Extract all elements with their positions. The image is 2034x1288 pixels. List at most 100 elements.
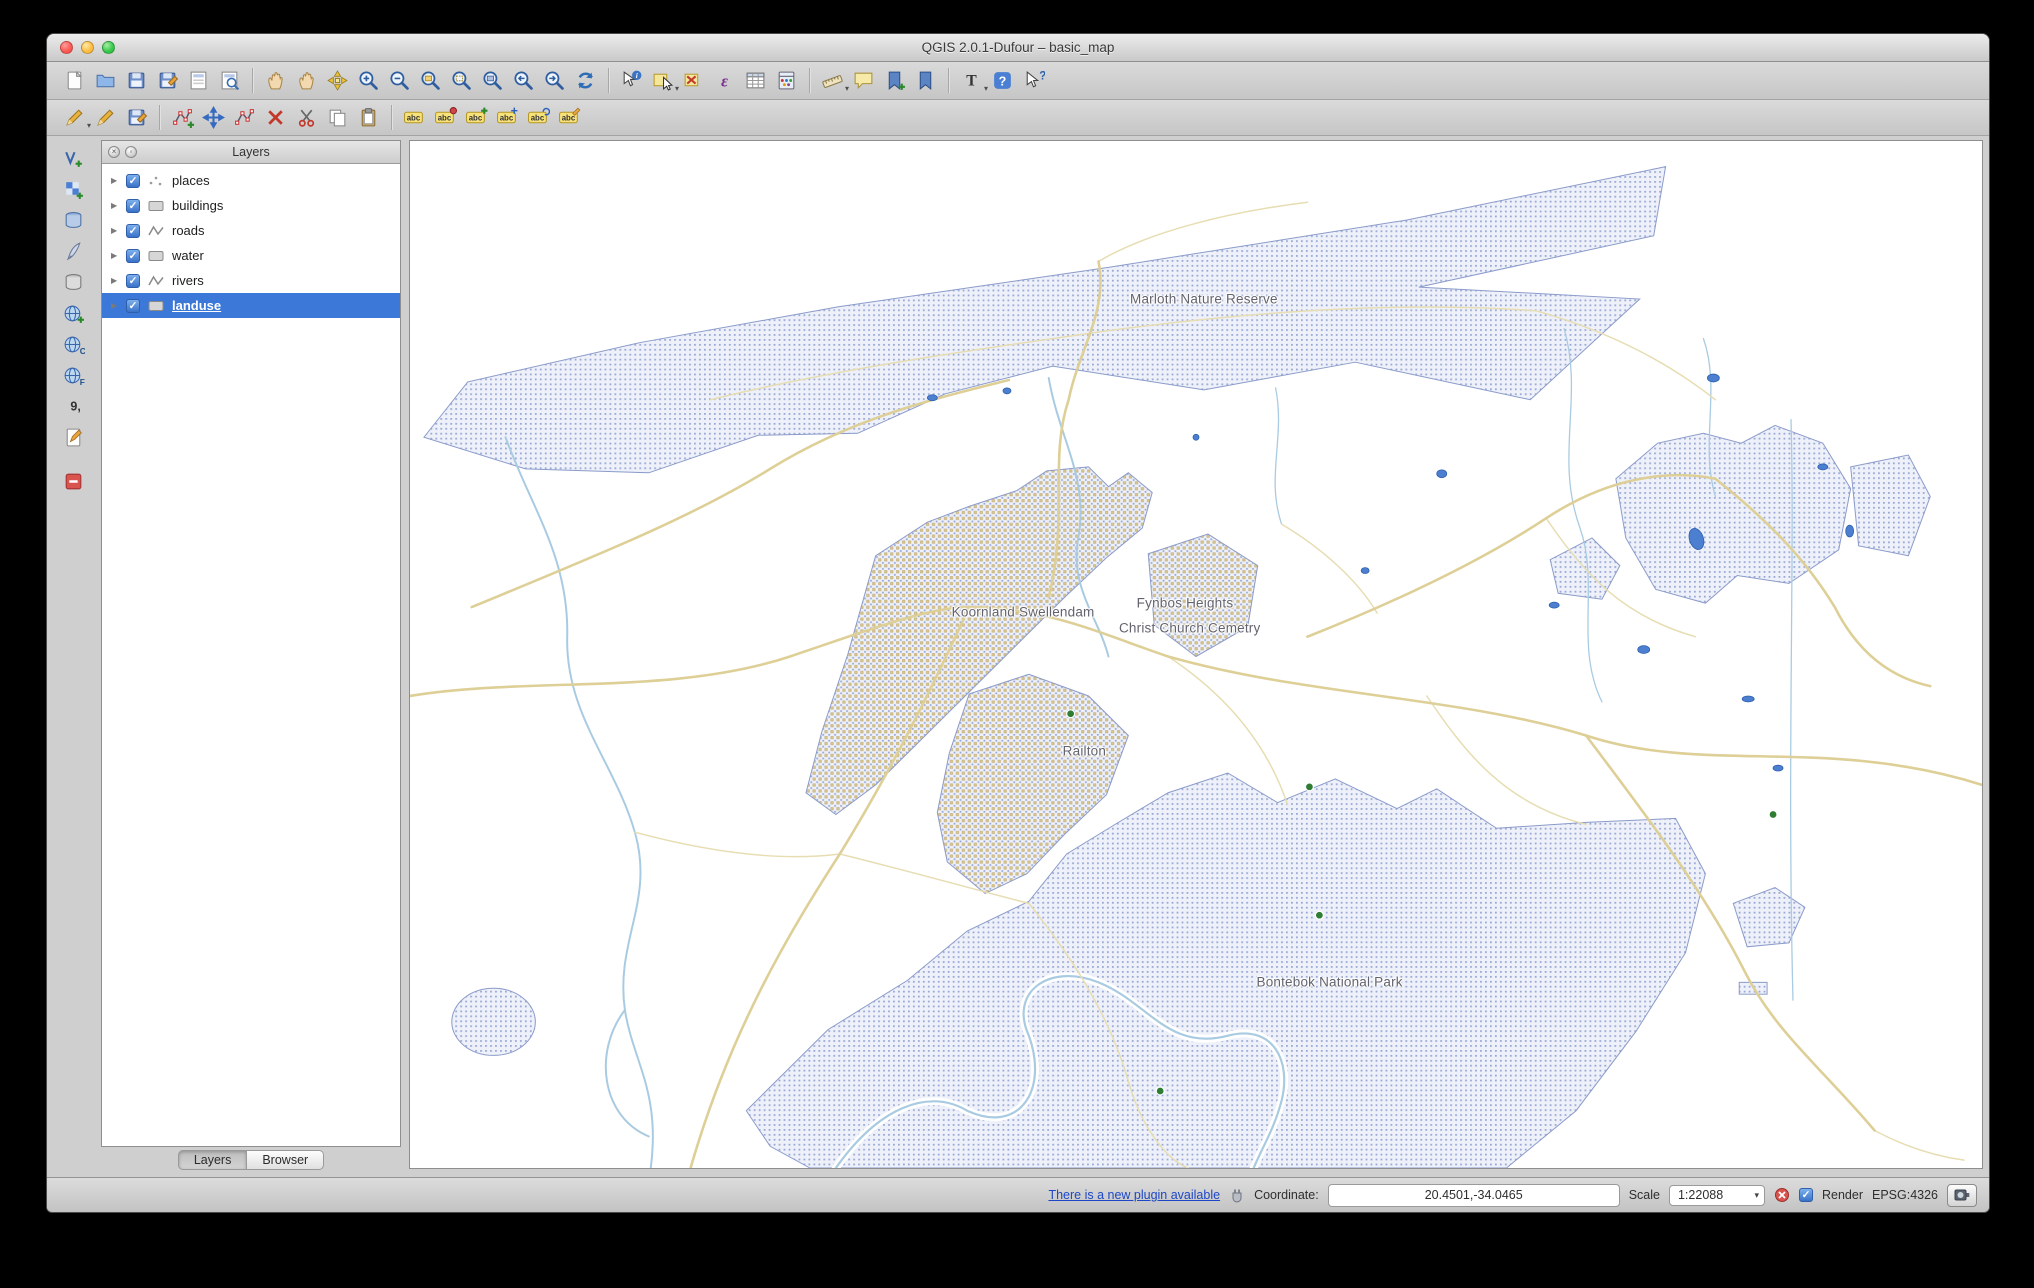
expand-arrow-icon[interactable]: ▶ <box>111 201 121 210</box>
current-edits-button[interactable]: ▾ <box>60 104 91 132</box>
toolbar-separator <box>608 68 609 93</box>
zoom-to-layer-button[interactable] <box>478 67 507 95</box>
layers-dock: × ◦ Layers ▶ ✓ places ▶ ✓ buildings ▶ ✓ roads ▶ ✓ w… <box>99 136 403 1177</box>
change-label-button[interactable]: abc <box>555 104 584 132</box>
close-window-button[interactable] <box>60 41 73 54</box>
cut-features-button[interactable] <box>292 104 321 132</box>
layer-checkbox[interactable]: ✓ <box>126 298 140 313</box>
project-open-button[interactable] <box>91 67 120 95</box>
save-layer-edits-button[interactable] <box>122 104 151 132</box>
layer-item-rivers[interactable]: ▶ ✓ rivers <box>102 268 400 293</box>
add-vector-layer-button[interactable] <box>59 144 88 172</box>
highlight-pinned-labels-button[interactable]: abc <box>462 104 491 132</box>
map-label: Fynbos Heights <box>1136 595 1234 611</box>
project-save-as-button[interactable] <box>153 67 182 95</box>
add-feature-button[interactable] <box>168 104 197 132</box>
field-calculator-button[interactable] <box>772 67 801 95</box>
layer-item-landuse[interactable]: ▶ ✓ landuse <box>102 293 400 318</box>
touch-zoom-pan-button[interactable] <box>261 67 290 95</box>
expand-arrow-icon[interactable]: ▶ <box>111 251 121 260</box>
layer-item-places[interactable]: ▶ ✓ places <box>102 168 400 193</box>
node-tool-button[interactable] <box>230 104 259 132</box>
title-bar[interactable]: QGIS 2.0.1-Dufour – basic_map <box>47 34 1989 62</box>
add-wfs-layer-button[interactable]: F <box>59 361 88 389</box>
layer-checkbox[interactable]: ✓ <box>126 223 140 238</box>
expand-arrow-icon[interactable]: ▶ <box>111 176 121 185</box>
open-attribute-table-button[interactable] <box>741 67 770 95</box>
plugin-icon[interactable] <box>1229 1187 1245 1203</box>
tab-layers[interactable]: Layers <box>177 1150 248 1170</box>
render-checkbox[interactable]: ✓ <box>1798 1188 1813 1202</box>
main-toolbar: i ▾ ε ▾ T▾?? <box>47 62 1989 100</box>
add-mssql-layer-button[interactable] <box>59 268 88 296</box>
help-contents-button[interactable]: ? <box>988 67 1017 95</box>
minimize-window-button[interactable] <box>81 41 94 54</box>
select-features-button[interactable]: ▾ <box>648 67 679 95</box>
paste-features-button[interactable] <box>354 104 383 132</box>
zoom-next-button[interactable] <box>540 67 569 95</box>
combo-arrow-icon: ▾ <box>1754 1189 1759 1200</box>
add-wcs-layer-button[interactable]: C <box>59 330 88 358</box>
project-save-button[interactable] <box>122 67 151 95</box>
project-new-button[interactable] <box>60 67 89 95</box>
text-annotation-button[interactable]: T ▾ <box>957 67 988 95</box>
remove-layer-button[interactable] <box>59 467 88 495</box>
map-refresh-button[interactable] <box>571 67 600 95</box>
map-tips-button[interactable] <box>849 67 878 95</box>
rotate-label-button[interactable]: abc <box>524 104 553 132</box>
zoom-last-button[interactable] <box>509 67 538 95</box>
layer-item-buildings[interactable]: ▶ ✓ buildings <box>102 193 400 218</box>
layer-checkbox[interactable]: ✓ <box>126 173 140 188</box>
deselect-features-button[interactable] <box>679 67 708 95</box>
pin-labels-button[interactable]: abc <box>431 104 460 132</box>
whats-this-button[interactable]: ? <box>1019 67 1048 95</box>
qgis-window: QGIS 2.0.1-Dufour – basic_map i▾ε▾T▾?? ▾… <box>46 33 1990 1213</box>
show-bookmarks-button[interactable] <box>911 67 940 95</box>
move-label-button[interactable]: abc <box>493 104 522 132</box>
layer-label: buildings <box>172 198 224 213</box>
expand-arrow-icon[interactable]: ▶ <box>111 276 121 285</box>
add-wms-layer-button[interactable] <box>59 299 88 327</box>
layer-checkbox[interactable]: ✓ <box>126 273 140 288</box>
add-postgis-layer-button[interactable] <box>59 206 88 234</box>
layer-item-roads[interactable]: ▶ ✓ roads <box>102 218 400 243</box>
add-spatialite-layer-button[interactable] <box>59 237 88 265</box>
new-bookmark-button[interactable] <box>880 67 909 95</box>
add-delimited-text-layer-button[interactable]: 9, <box>59 392 88 420</box>
add-raster-layer-button[interactable] <box>59 175 88 203</box>
layer-checkbox[interactable]: ✓ <box>126 248 140 263</box>
new-shapefile-layer-button[interactable] <box>59 423 88 451</box>
scale-combo[interactable]: 1:22088 ▾ <box>1668 1184 1765 1206</box>
expand-arrow-icon[interactable]: ▶ <box>111 301 121 310</box>
panel-float-button[interactable]: ◦ <box>125 146 137 158</box>
move-feature-button[interactable] <box>199 104 228 132</box>
crs-status-button[interactable] <box>1947 1183 1977 1207</box>
measure-line-button[interactable]: ▾ <box>818 67 849 95</box>
layer-item-water[interactable]: ▶ ✓ water <box>102 243 400 268</box>
pan-to-selection-button[interactable] <box>323 67 352 95</box>
zoom-window-button[interactable] <box>102 41 115 54</box>
coordinate-input[interactable]: 20.4501,-34.0465 <box>1327 1183 1620 1207</box>
zoom-full-button[interactable] <box>416 67 445 95</box>
identify-features-button[interactable]: i <box>617 67 646 95</box>
zoom-out-button[interactable] <box>385 67 414 95</box>
composer-manager-button[interactable] <box>215 67 244 95</box>
select-by-expression-button[interactable]: ε <box>710 67 739 95</box>
pan-map-button[interactable] <box>292 67 321 95</box>
layer-checkbox[interactable]: ✓ <box>126 198 140 213</box>
status-bar: There is a new plugin available Coordina… <box>47 1177 1989 1212</box>
labeling-button[interactable]: abc <box>400 104 429 132</box>
new-print-composer-button[interactable] <box>184 67 213 95</box>
plugin-available-link[interactable]: There is a new plugin available <box>1048 1188 1220 1202</box>
svg-text:9,: 9, <box>70 399 80 413</box>
copy-features-button[interactable] <box>323 104 352 132</box>
delete-selected-button[interactable] <box>261 104 290 132</box>
zoom-to-selection-button[interactable] <box>447 67 476 95</box>
expand-arrow-icon[interactable]: ▶ <box>111 226 121 235</box>
tab-browser[interactable]: Browser <box>247 1150 325 1170</box>
zoom-in-button[interactable] <box>354 67 383 95</box>
stop-render-icon[interactable] <box>1774 1187 1790 1203</box>
panel-close-button[interactable]: × <box>108 146 120 158</box>
toggle-editing-button[interactable] <box>91 104 120 132</box>
map-canvas[interactable]: Marloth Nature Reserve Koornland Swellend… <box>409 140 1983 1169</box>
